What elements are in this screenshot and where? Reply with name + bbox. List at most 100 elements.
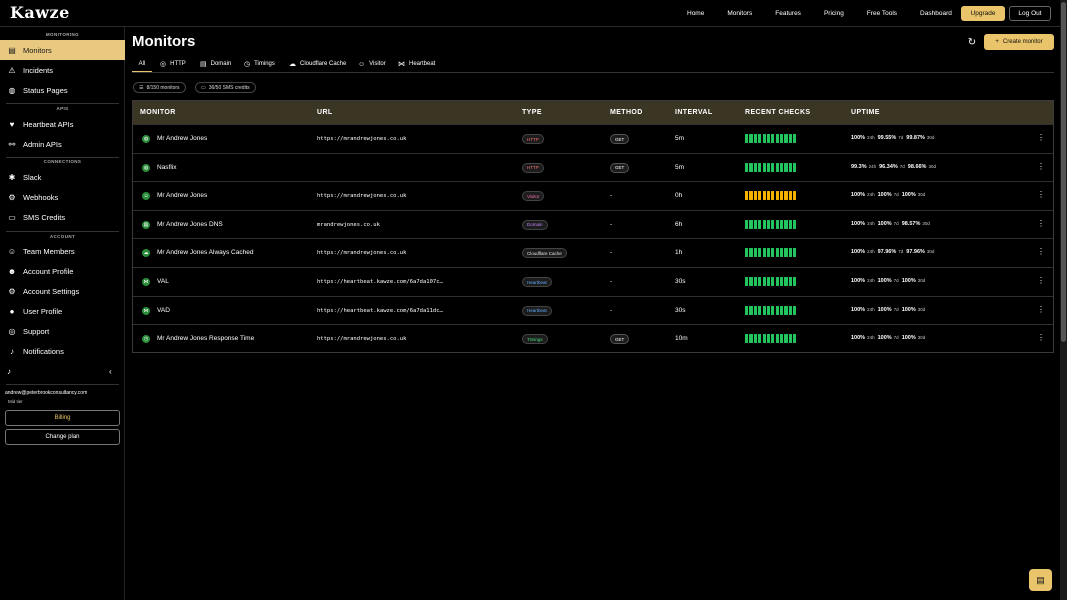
more-options-icon[interactable]: ⋮ bbox=[1037, 247, 1045, 256]
check-bar[interactable] bbox=[780, 191, 784, 201]
check-bar[interactable] bbox=[762, 219, 766, 229]
tab-http[interactable]: ◎ HTTP bbox=[160, 56, 186, 72]
check-bar[interactable] bbox=[775, 248, 779, 258]
check-bar[interactable] bbox=[788, 248, 792, 258]
tab-timings[interactable]: ◷ Timings bbox=[244, 56, 275, 72]
check-bar[interactable] bbox=[771, 305, 775, 315]
check-bar[interactable] bbox=[749, 248, 753, 258]
check-bar[interactable] bbox=[775, 191, 779, 201]
check-bar[interactable] bbox=[780, 162, 784, 172]
tab-domain[interactable]: ▤ Domain bbox=[200, 56, 231, 72]
check-bar[interactable] bbox=[745, 334, 749, 344]
check-bar[interactable] bbox=[745, 191, 749, 201]
check-bar[interactable] bbox=[775, 134, 779, 143]
change-plan-button[interactable]: Change plan bbox=[5, 429, 120, 445]
sidebar-item-user-profile[interactable]: ● User Profile bbox=[0, 301, 125, 321]
check-bar[interactable] bbox=[788, 191, 792, 201]
more-options-icon[interactable]: ⋮ bbox=[1037, 190, 1045, 199]
check-bar[interactable] bbox=[762, 334, 766, 344]
check-bar[interactable] bbox=[793, 162, 797, 172]
kawze-logo[interactable]: Kawze bbox=[10, 3, 70, 22]
check-bar[interactable] bbox=[766, 162, 771, 172]
monitor-name[interactable]: Mr Andrew Jones DNS bbox=[157, 221, 223, 228]
check-bar[interactable] bbox=[766, 191, 771, 201]
table-row[interactable]: ⋈ VAL https://heartbeat.kawze.com/6a7da107… bbox=[133, 267, 1053, 296]
check-bar[interactable] bbox=[766, 134, 771, 143]
check-bar[interactable] bbox=[758, 162, 762, 172]
check-bar[interactable] bbox=[749, 191, 753, 201]
check-bar[interactable] bbox=[762, 277, 766, 286]
nav-pricing[interactable]: Pricing bbox=[824, 10, 844, 17]
collapse-chevron-icon[interactable]: ‹ bbox=[109, 367, 112, 376]
check-bar[interactable] bbox=[784, 277, 788, 286]
create-monitor-button[interactable]: + Create monitor bbox=[984, 34, 1054, 50]
check-bar[interactable] bbox=[762, 134, 766, 143]
sidebar-item-heartbeat-apis[interactable]: ♥ Heartbeat APIs bbox=[0, 114, 125, 134]
table-row[interactable]: ▤ Mr Andrew Jones DNS mrandrewjones.co.uk D… bbox=[133, 209, 1053, 239]
sidebar-item-webhooks[interactable]: ⚙ Webhooks bbox=[0, 187, 125, 207]
check-bar[interactable] bbox=[780, 248, 784, 258]
monitor-name[interactable]: Mr Andrew Jones bbox=[157, 192, 207, 199]
check-bar[interactable] bbox=[758, 277, 762, 286]
table-row[interactable]: ⋈ VAD https://heartbeat.kawze.com/6a7da11d… bbox=[133, 295, 1053, 325]
check-bar[interactable] bbox=[762, 162, 766, 172]
check-bar[interactable] bbox=[771, 277, 775, 286]
check-bar[interactable] bbox=[780, 219, 784, 229]
check-bar[interactable] bbox=[780, 134, 784, 143]
sidebar-item-sms-credits[interactable]: ▭ SMS Credits bbox=[0, 207, 125, 227]
table-row[interactable]: ◍ Nasflix HTTP GET 5m 99.3% 24h 96.34% 7d 98.66% 3… bbox=[133, 152, 1053, 182]
table-row[interactable]: ☺ Mr Andrew Jones https://mrandrewjones.co… bbox=[133, 181, 1053, 210]
check-bar[interactable] bbox=[775, 305, 779, 315]
check-bar[interactable] bbox=[784, 134, 788, 143]
tab-heartbeat[interactable]: ⋈ Heartbeat bbox=[398, 56, 435, 72]
more-options-icon[interactable]: ⋮ bbox=[1037, 133, 1045, 142]
chat-icon[interactable]: ▤ bbox=[1029, 569, 1052, 591]
check-bar[interactable] bbox=[780, 277, 784, 286]
check-bar[interactable] bbox=[784, 162, 788, 172]
tab-all[interactable]: All bbox=[132, 56, 152, 72]
check-bar[interactable] bbox=[775, 334, 779, 344]
sidebar-item-account-settings[interactable]: ⚙ Account Settings bbox=[0, 281, 125, 301]
check-bar[interactable] bbox=[745, 277, 749, 286]
check-bar[interactable] bbox=[788, 134, 792, 143]
more-options-icon[interactable]: ⋮ bbox=[1037, 162, 1045, 171]
billing-button[interactable]: Billing bbox=[5, 410, 120, 426]
check-bar[interactable] bbox=[745, 248, 749, 258]
check-bar[interactable] bbox=[753, 305, 757, 315]
check-bar[interactable] bbox=[753, 334, 757, 344]
more-options-icon[interactable]: ⋮ bbox=[1037, 305, 1045, 314]
tab-cloudflare-cache[interactable]: ☁ Cloudflare Cache bbox=[289, 56, 346, 72]
check-bar[interactable] bbox=[753, 248, 757, 258]
check-bar[interactable] bbox=[788, 305, 792, 315]
nav-home[interactable]: Home bbox=[687, 10, 704, 17]
check-bar[interactable] bbox=[784, 305, 788, 315]
check-bar[interactable] bbox=[753, 134, 757, 143]
check-bar[interactable] bbox=[784, 219, 788, 229]
check-bar[interactable] bbox=[745, 305, 749, 315]
check-bar[interactable] bbox=[788, 162, 792, 172]
page-scrollbar-thumb[interactable] bbox=[1061, 2, 1066, 342]
check-bar[interactable] bbox=[758, 334, 762, 344]
more-options-icon[interactable]: ⋮ bbox=[1037, 219, 1045, 228]
check-bar[interactable] bbox=[753, 277, 757, 286]
check-bar[interactable] bbox=[762, 248, 766, 258]
check-bar[interactable] bbox=[758, 191, 762, 201]
check-bar[interactable] bbox=[766, 219, 771, 229]
check-bar[interactable] bbox=[771, 219, 775, 229]
nav-free-tools[interactable]: Free Tools bbox=[867, 10, 897, 17]
check-bar[interactable] bbox=[753, 162, 757, 172]
check-bar[interactable] bbox=[749, 162, 753, 172]
check-bar[interactable] bbox=[793, 277, 797, 286]
table-row[interactable]: ◷ Mr Andrew Jones Response Time https://mr… bbox=[133, 324, 1053, 353]
sidebar-item-account-profile[interactable]: ☻ Account Profile bbox=[0, 261, 125, 281]
sidebar-item-admin-apis[interactable]: ⚯ Admin APIs bbox=[0, 134, 125, 154]
check-bar[interactable] bbox=[762, 305, 766, 315]
sidebar-item-monitors[interactable]: ▤ Monitors bbox=[0, 40, 125, 60]
check-bar[interactable] bbox=[775, 219, 779, 229]
check-bar[interactable] bbox=[745, 162, 749, 172]
check-bar[interactable] bbox=[771, 248, 775, 258]
check-bar[interactable] bbox=[788, 219, 792, 229]
check-bar[interactable] bbox=[758, 305, 762, 315]
check-bar[interactable] bbox=[784, 248, 788, 258]
sidebar-item-support[interactable]: ◎ Support bbox=[0, 321, 125, 341]
